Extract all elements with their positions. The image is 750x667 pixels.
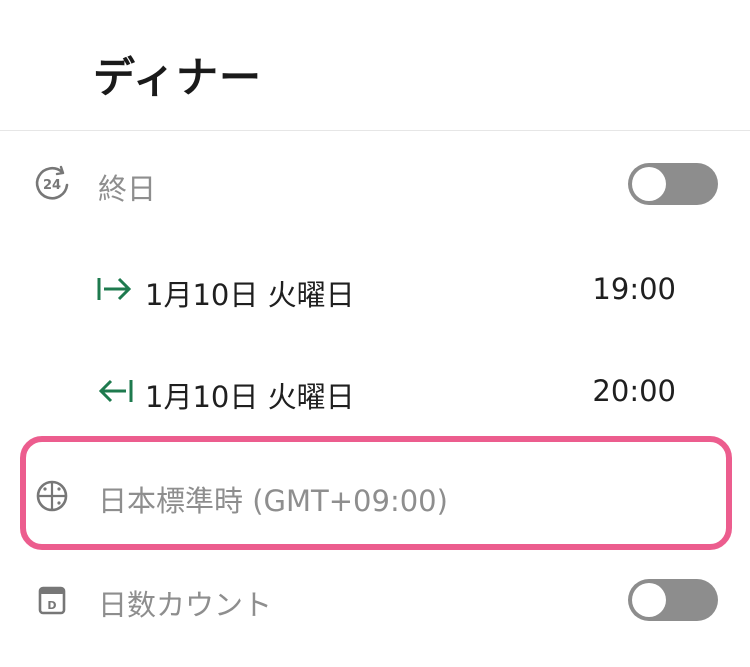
all-day-label: 終日 (98, 172, 157, 206)
all-day-toggle[interactable] (628, 163, 718, 205)
event-title[interactable]: ディナー (93, 44, 262, 105)
end-datetime-row[interactable]: 1月10日 火曜日 20:00 (0, 368, 750, 414)
24-hours-icon: 24 (35, 165, 69, 200)
end-arrow-icon (98, 379, 133, 403)
day-count-toggle-knob (632, 583, 666, 617)
event-edit-screen: ディナー 24 終日 1月10日 火曜日 19:00 1月10日 火曜日 20:… (0, 0, 750, 667)
day-count-toggle[interactable] (628, 579, 718, 621)
globe-icon (36, 480, 68, 512)
end-time[interactable]: 20:00 (592, 374, 676, 408)
all-day-row[interactable]: 24 終日 (0, 160, 750, 210)
end-date[interactable]: 1月10日 火曜日 (145, 374, 355, 416)
header-divider (0, 130, 750, 131)
svg-text:24: 24 (43, 178, 61, 193)
calendar-d-icon: D (38, 586, 66, 615)
start-date[interactable]: 1月10日 火曜日 (145, 272, 355, 314)
day-count-row[interactable]: D 日数カウント (0, 576, 750, 626)
day-count-label: 日数カウント (98, 588, 273, 622)
svg-text:D: D (47, 599, 56, 612)
all-day-toggle-knob (632, 167, 666, 201)
start-datetime-row[interactable]: 1月10日 火曜日 19:00 (0, 266, 750, 312)
start-arrow-icon (97, 277, 132, 301)
timezone-label: 日本標準時 (GMT+09:00) (98, 484, 448, 518)
timezone-row[interactable]: 日本標準時 (GMT+09:00) (0, 472, 750, 522)
start-time[interactable]: 19:00 (592, 272, 676, 306)
